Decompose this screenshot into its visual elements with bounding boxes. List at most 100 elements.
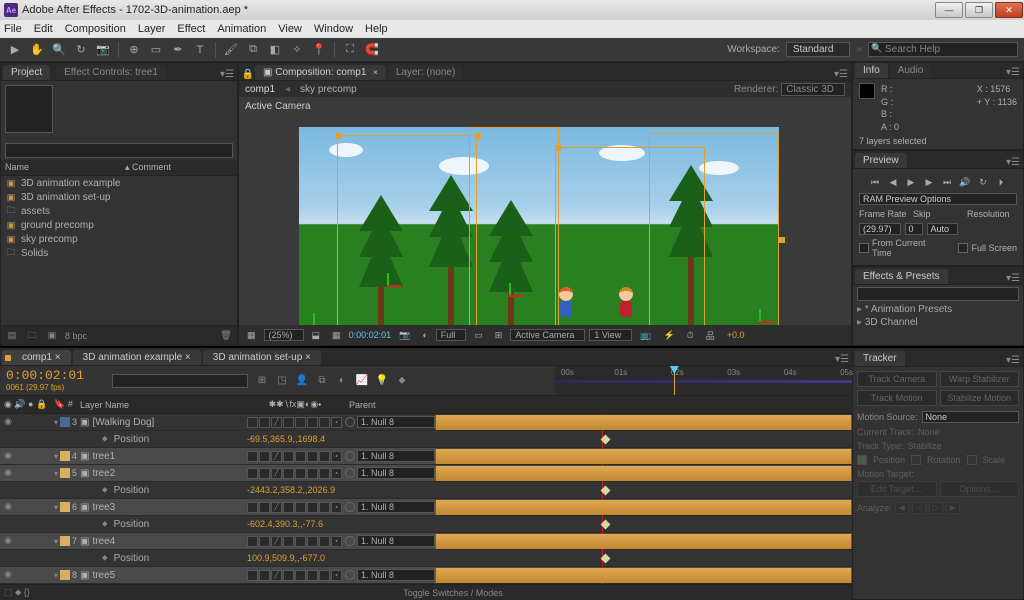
pen-tool-icon[interactable]: ✒ (169, 41, 187, 59)
first-frame-button[interactable]: ⏮ (867, 175, 883, 189)
timeline-layer-row[interactable]: ◉▾3▣[Walking Dog]╱⬩1. Null 8 (0, 414, 852, 431)
type-tool-icon[interactable]: T (191, 41, 209, 59)
camera-tool-icon[interactable]: 📷 (94, 41, 112, 59)
brush-tool-icon[interactable]: 🖌 (222, 41, 240, 59)
tab-info[interactable]: Info (855, 63, 888, 78)
preview-resolution-dropdown[interactable]: Auto (927, 223, 959, 235)
window-close-button[interactable]: ✕ (995, 2, 1023, 18)
layername-column-header[interactable]: Layer Name (80, 400, 245, 410)
brainstorm-icon[interactable]: 💡 (374, 373, 390, 389)
switch-frameblend[interactable] (295, 536, 306, 547)
timeline-property-row[interactable]: Position-602.4,390.3,,-77.6 (0, 516, 852, 533)
timeline-layer-row[interactable]: ◉▾7▣tree4╱⬩1. Null 8 (0, 533, 852, 550)
keyframe[interactable] (600, 554, 610, 564)
tab-audio[interactable]: Audio (890, 63, 932, 78)
switch-frameblend[interactable] (295, 570, 306, 581)
hide-shy-icon[interactable]: 👤 (294, 373, 310, 389)
selection-bbox[interactable] (469, 127, 559, 325)
channel-icon[interactable]: ◐ (418, 329, 431, 341)
panel-menu-icon[interactable]: ▾☰ (1005, 273, 1021, 284)
clone-tool-icon[interactable]: ⧉ (244, 41, 262, 59)
roto-tool-icon[interactable]: ✧ (288, 41, 306, 59)
exposure-value[interactable]: +0.0 (723, 329, 749, 341)
switch-motionblur[interactable] (307, 502, 318, 513)
loop-button[interactable]: ↻ (975, 175, 991, 189)
switch-quality[interactable]: ╱ (271, 417, 282, 428)
switch-3d[interactable]: ⬩ (331, 417, 342, 428)
visibility-toggle[interactable]: ◉ (2, 569, 14, 581)
parent-dropdown[interactable]: 1. Null 8 (357, 535, 435, 547)
parent-dropdown[interactable]: 1. Null 8 (357, 467, 435, 479)
layer-track[interactable] (435, 533, 852, 549)
parent-dropdown[interactable]: 1. Null 8 (357, 416, 435, 428)
menu-composition[interactable]: Composition (65, 23, 126, 35)
rotation-tool-icon[interactable]: ↻ (72, 41, 90, 59)
effects-category[interactable]: 3D Channel (857, 316, 1019, 329)
visibility-toggle[interactable]: ◉ (2, 416, 14, 428)
toggle-switches-icon[interactable]: ⬚ ⬥ {} (0, 587, 54, 598)
window-maximize-button[interactable]: ❐ (965, 2, 993, 18)
visibility-toggle[interactable]: ◉ (2, 501, 14, 513)
comp-breadcrumb-item[interactable]: comp1 (245, 84, 275, 95)
switch-motionblur[interactable] (307, 536, 318, 547)
menu-help[interactable]: Help (365, 23, 388, 35)
switch-3d[interactable]: ⬩ (331, 468, 342, 479)
selection-bbox[interactable] (649, 133, 779, 325)
layer-bar[interactable] (435, 500, 852, 515)
ram-preview-button[interactable]: ⏵ (993, 175, 1009, 189)
snapshot-icon[interactable]: 📷 (395, 329, 414, 342)
switch-fx[interactable] (283, 536, 294, 547)
timeline-layer-row[interactable]: ◉▾4▣tree1╱⬩1. Null 8 (0, 448, 852, 465)
switch-fx[interactable] (283, 570, 294, 581)
transform-handle[interactable] (779, 237, 785, 243)
switch-shy[interactable] (247, 570, 258, 581)
timeline-tab[interactable]: 3D animation example × (73, 350, 201, 365)
switch-3d[interactable]: ⬩ (331, 536, 342, 547)
layer-bar[interactable] (435, 415, 852, 430)
viewer-timecode[interactable]: 0:00:02:01 (349, 330, 392, 340)
roi-icon[interactable]: ▭ (470, 329, 487, 342)
twirl-icon[interactable]: ▾ (54, 469, 58, 478)
menu-effect[interactable]: Effect (177, 23, 205, 35)
project-col-name[interactable]: Name (5, 162, 125, 173)
axis-tool-icon[interactable]: ⛶ (341, 41, 359, 59)
framerate-dropdown[interactable]: (29.97) (859, 223, 901, 235)
layer-bar[interactable] (435, 466, 852, 481)
ram-preview-dropdown[interactable]: RAM Preview Options (859, 193, 1017, 205)
layer-track[interactable] (435, 414, 852, 430)
track-camera-button[interactable]: Track Camera (857, 371, 937, 387)
property-value[interactable]: -602.4,390.3,,-77.6 (247, 519, 323, 529)
menu-edit[interactable]: Edit (34, 23, 53, 35)
graph-editor-icon[interactable]: 📈 (354, 373, 370, 389)
switch-quality[interactable]: ╱ (271, 570, 282, 581)
parent-pickwhip[interactable] (345, 570, 355, 580)
warp-stabilizer-button[interactable]: Warp Stabilizer (940, 371, 1020, 387)
new-comp-icon[interactable]: ▣ (45, 329, 59, 343)
auto-keyframe-icon[interactable]: ⬥ (394, 373, 410, 389)
stabilize-motion-button[interactable]: Stabilize Motion (940, 390, 1020, 406)
analyze-fwd-button[interactable]: ▶ (946, 502, 960, 514)
parent-dropdown[interactable]: 1. Null 8 (357, 501, 435, 513)
bpc-toggle[interactable]: 8 bpc (65, 331, 87, 341)
tab-effects-presets[interactable]: Effects & Presets (855, 269, 948, 284)
fullscreen-checkbox[interactable] (958, 243, 968, 253)
views-count-dropdown[interactable]: 1 View (589, 329, 632, 341)
renderer-dropdown[interactable]: Classic 3D (781, 83, 845, 96)
analyze-back-button[interactable]: ◀ (895, 502, 909, 514)
motion-blur-icon[interactable]: ◐ (334, 373, 350, 389)
tab-preview[interactable]: Preview (855, 153, 907, 168)
label-color-chip[interactable] (60, 570, 70, 580)
project-item[interactable]: 🗀assets (1, 204, 237, 218)
effects-category[interactable]: * Animation Presets (857, 303, 1019, 316)
twirl-icon[interactable]: ▾ (54, 418, 58, 427)
switch-frameblend[interactable] (295, 468, 306, 479)
zoom-tool-icon[interactable]: 🔍 (50, 41, 68, 59)
timeline-tab[interactable]: 3D animation set-up × (203, 350, 321, 365)
parent-pickwhip[interactable] (345, 451, 355, 461)
keyframe[interactable] (600, 486, 610, 496)
menu-layer[interactable]: Layer (138, 23, 166, 35)
visibility-toggle[interactable]: ◉ (2, 467, 14, 479)
switch-adjustment[interactable] (319, 451, 330, 462)
new-folder-icon[interactable]: 🗀 (25, 329, 39, 343)
toggle-switches-button[interactable]: Toggle Switches / Modes (403, 588, 503, 598)
